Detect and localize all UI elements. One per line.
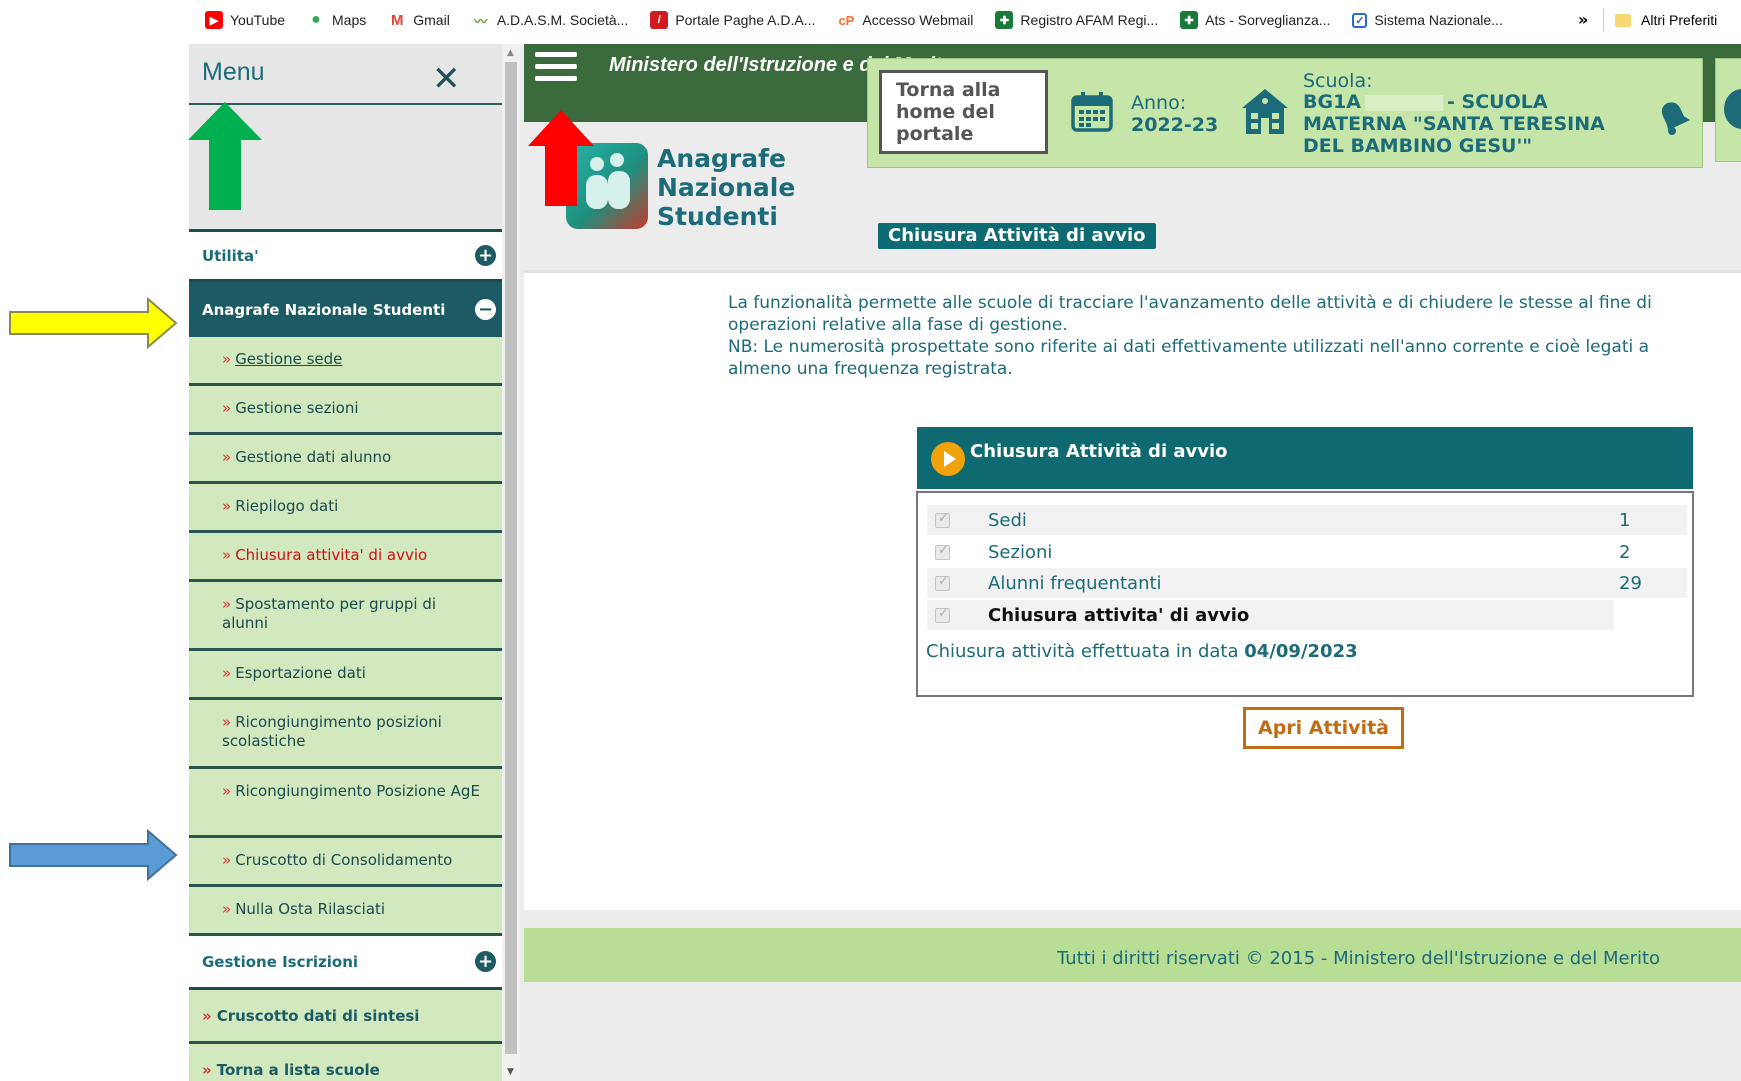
red-arrow-annotation [528, 110, 594, 206]
scuola-value: BG1A - SCUOLA MATERNA "SANTA TERESINA DEL… [1303, 91, 1633, 157]
portale-icon: / [650, 11, 669, 29]
blue-arrow-annotation [9, 829, 178, 881]
sidebar-item-ricongiungimento-age[interactable]: » Ricongiungimento Posizione AgE [189, 769, 502, 838]
sidebar-item-gestione-dati-alunno[interactable]: » Gestione dati alunno [189, 435, 502, 484]
bookmark-registro-afam[interactable]: ✚ Registro AFAM Regi... [995, 11, 1158, 29]
table-row: Chiusura attivita' di avvio [927, 600, 1687, 630]
redacted-code [1365, 94, 1444, 111]
sidebar-section-anagrafe[interactable]: Anagrafe Nazionale Studenti − [189, 282, 502, 337]
scuola-label: Scuola: [1303, 70, 1373, 92]
checkbox[interactable] [935, 511, 950, 528]
sidebar-item-ricongiungimento-posizioni[interactable]: » Ricongiungimento posizioni scolastiche [189, 700, 502, 769]
closure-status: Chiusura attività effettuata in data 04/… [926, 641, 1358, 662]
table-row: Alunni frequentanti 29 [927, 568, 1687, 598]
table-row: Sezioni 2 [927, 537, 1687, 567]
bookmark-maps[interactable]: ● Maps [307, 11, 366, 29]
play-icon [931, 442, 965, 476]
anno-value: 2022-23 [1131, 114, 1219, 136]
sidebar-item-nulla-osta[interactable]: » Nulla Osta Rilasciati [189, 887, 502, 936]
ats-icon: ✚ [1180, 11, 1199, 29]
bookmark-adasm[interactable]: 〰 A.D.A.S.M. Società... [472, 11, 628, 29]
sidebar-item-spostamento-gruppi[interactable]: » Spostamento per gruppi di alunni [189, 582, 502, 651]
sidebar-link-torna-lista-scuole[interactable]: » Torna a lista scuole [189, 1044, 502, 1081]
sidebar-item-esportazione-dati[interactable]: » Esportazione dati [189, 651, 502, 700]
scroll-up-icon[interactable]: ▲ [507, 48, 514, 58]
scrollbar-thumb[interactable] [505, 62, 517, 1054]
bookmark-webmail[interactable]: cP Accesso Webmail [837, 11, 973, 29]
checkbox[interactable] [935, 574, 950, 591]
sidebar-item-gestione-sede[interactable]: » Gestione sede [189, 337, 502, 386]
folder-icon [1615, 13, 1631, 27]
sidebar-item-riepilogo-dati[interactable]: » Riepilogo dati [189, 484, 502, 533]
yellow-arrow-annotation [9, 297, 178, 349]
close-icon[interactable]: ✕ [432, 62, 461, 96]
school-icon [1242, 89, 1288, 134]
sidebar-link-cruscotto-sintesi[interactable]: » Cruscotto dati di sintesi [189, 990, 502, 1044]
reopen-activity-button[interactable]: Apri Attività [1243, 707, 1404, 749]
expand-icon[interactable]: + [475, 245, 496, 266]
checkbox[interactable] [935, 543, 950, 560]
checkbox[interactable] [935, 606, 950, 623]
bookmark-ats[interactable]: ✚ Ats - Sorveglianza... [1180, 11, 1330, 29]
sidebar-section-gestione-iscrizioni[interactable]: Gestione Iscrizioni + [189, 936, 502, 990]
footer-copyright: Tutti i diritti riservati © 2015 - Minis… [1057, 948, 1661, 969]
home-portal-button[interactable]: Torna alla home del portale [879, 70, 1048, 154]
registro-icon: ✚ [995, 11, 1014, 29]
cpanel-icon: cP [838, 12, 855, 28]
page-description: La funzionalità permette alle scuole di … [728, 293, 1652, 379]
youtube-icon: ▶ [205, 11, 223, 29]
bookmarks-bar: ▶ YouTube ● Maps M Gmail 〰 A.D.A.S.M. Societ… [0, 0, 1741, 40]
expand-icon[interactable]: + [475, 951, 496, 972]
school-code: BG1A [1303, 91, 1362, 113]
hamburger-menu-icon[interactable] [535, 52, 577, 82]
user-icon[interactable] [1724, 89, 1741, 129]
bookmark-youtube[interactable]: ▶ YouTube [205, 11, 285, 29]
green-arrow-annotation [188, 102, 262, 210]
closure-date: 04/09/2023 [1244, 641, 1358, 662]
sidebar-item-cruscotto-consolidamento[interactable]: » Cruscotto di Consolidamento [189, 838, 502, 887]
scroll-down-icon[interactable]: ▼ [507, 1067, 514, 1077]
user-info-box[interactable] [1715, 58, 1741, 162]
bookmark-gmail[interactable]: M Gmail [388, 11, 450, 29]
menu-title: Menu [202, 58, 265, 86]
empty-cell [1614, 600, 1687, 630]
sidebar-item-gestione-sezioni[interactable]: » Gestione sezioni [189, 386, 502, 435]
sidebar-menu: Menu ✕ Utilita' + Anagrafe Nazionale Stu… [188, 44, 502, 1081]
menu-header: Menu ✕ [188, 44, 502, 229]
bookmarks-more-button[interactable]: » [1578, 10, 1588, 29]
app-logo-text: Anagrafe Nazionale Studenti [657, 144, 796, 231]
bookmarks-separator [1603, 9, 1604, 31]
chart-icon: 〰 [474, 13, 488, 29]
anno-label: Anno: [1131, 92, 1187, 114]
sidebar-item-chiusura-attivita[interactable]: » Chiusura attivita' di avvio [189, 533, 502, 582]
bell-icon[interactable] [1653, 94, 1697, 138]
sidebar-section-utilita[interactable]: Utilita' + [189, 232, 502, 282]
bookmark-portale-paghe[interactable]: / Portale Paghe A.D.A... [650, 11, 815, 29]
other-bookmarks[interactable]: Altri Preferiti [1615, 0, 1717, 40]
calendar-icon [1071, 92, 1113, 132]
table-row: Sedi 1 [927, 505, 1687, 535]
activity-panel-title: Chiusura Attività di avvio [970, 441, 1228, 462]
gmail-icon: M [391, 11, 404, 29]
checkbox-icon: ✓ [1352, 12, 1368, 28]
collapse-icon[interactable]: − [475, 299, 496, 320]
bookmark-sistema-nazionale[interactable]: ✓ Sistema Nazionale... [1352, 12, 1503, 28]
sidebar-scrollbar[interactable]: ▲ ▼ [502, 44, 520, 1081]
page-title: Chiusura Attività di avvio [878, 223, 1156, 249]
maps-icon: ● [311, 11, 321, 28]
